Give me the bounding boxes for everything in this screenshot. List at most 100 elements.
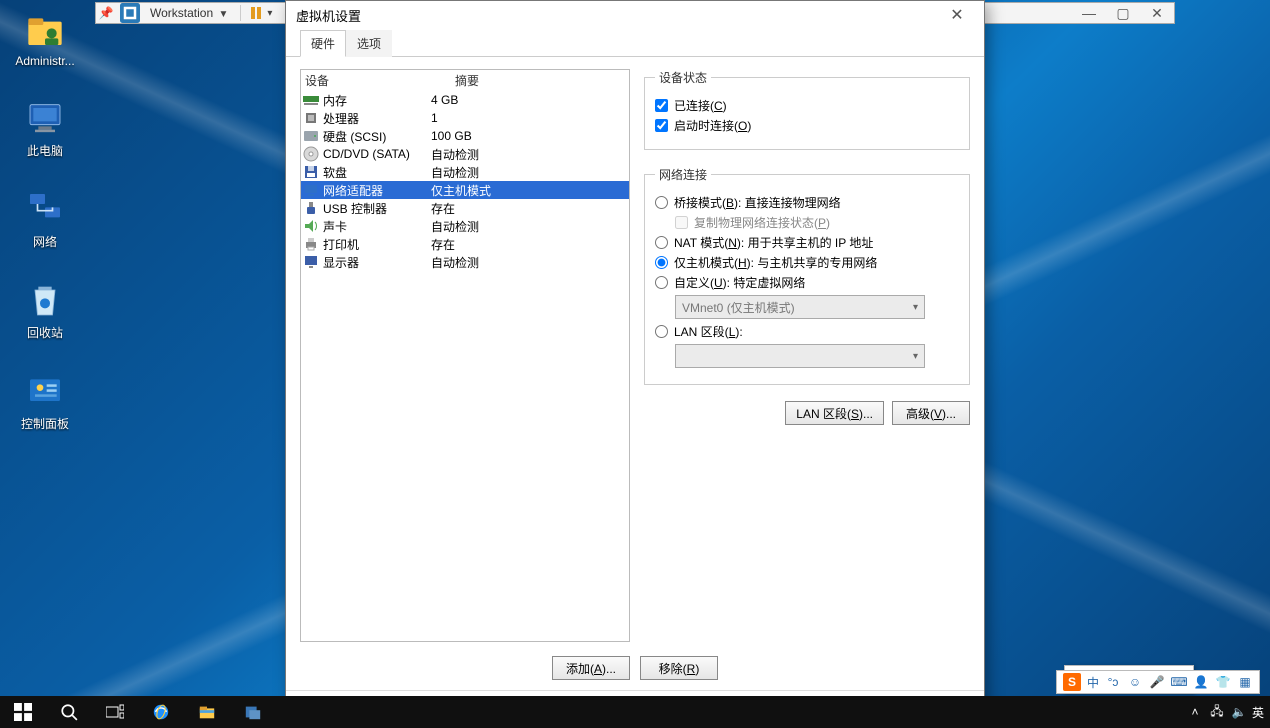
radio-lan-segment[interactable]: LAN 区段(L):: [655, 323, 959, 340]
ime-mic-icon[interactable]: 🎤: [1149, 674, 1165, 690]
taskbar-app-server-manager[interactable]: [230, 696, 276, 728]
ime-user-icon[interactable]: 👤: [1193, 674, 1209, 690]
device-name: 硬盘 (SCSI): [323, 128, 386, 145]
checkbox-poweron-input[interactable]: [655, 119, 668, 132]
device-name: 内存: [323, 92, 347, 109]
icon-label: 回收站: [27, 324, 63, 341]
cd-icon: [303, 146, 319, 162]
device-row-fdd[interactable]: 软盘自动检测: [301, 163, 629, 181]
checkbox-replicate-state: 复制物理网络连接状态(P): [675, 214, 959, 231]
tray-volume-icon[interactable]: 🔈: [1230, 703, 1248, 721]
device-summary: 仅主机模式: [431, 182, 627, 199]
device-summary: 自动检测: [431, 164, 627, 181]
radio-custom[interactable]: 自定义(U): 特定虚拟网络: [655, 274, 959, 291]
ime-punct-icon[interactable]: °ɔ: [1105, 674, 1121, 690]
pin-icon[interactable]: 📌: [96, 6, 116, 20]
device-name: 网络适配器: [323, 182, 383, 199]
desktop-icon-recycle-bin[interactable]: 回收站: [10, 280, 80, 341]
tab-options[interactable]: 选项: [346, 30, 392, 57]
sogou-logo-icon[interactable]: S: [1063, 673, 1081, 691]
prn-icon: [303, 236, 319, 252]
usb-icon: [303, 200, 319, 216]
device-summary: 自动检测: [431, 146, 627, 163]
device-row-net[interactable]: 网络适配器 仅主机模式: [301, 181, 629, 199]
desktop-icon-this-pc[interactable]: 此电脑: [10, 98, 80, 159]
vm-settings-dialog: 虚拟机设置 ✕ 硬件 选项 设备 摘要 内存4 GB处理器1硬盘 (SCSI)1…: [285, 0, 985, 728]
pause-button-icon[interactable]: [247, 5, 265, 21]
system-tray: ˄ 🖧 🔈 英: [1186, 696, 1270, 728]
checkbox-connected-input[interactable]: [655, 99, 668, 112]
dialog-titlebar: 虚拟机设置 ✕: [286, 1, 984, 29]
vmware-title[interactable]: Workstation ▼: [144, 6, 234, 20]
ime-smile-icon[interactable]: ☺: [1127, 674, 1143, 690]
device-row-prn[interactable]: 打印机 存在: [301, 235, 629, 253]
group-label: 设备状态: [655, 69, 711, 86]
device-detail-pane: 设备状态 已连接(C) 启动时连接(O) 网络连接 桥接模式(B): 直接连接物…: [644, 69, 970, 642]
network-connection-group: 网络连接 桥接模式(B): 直接连接物理网络 复制物理网络连接状态(P) NAT…: [644, 166, 970, 385]
device-summary: 4 GB: [431, 93, 627, 107]
ime-keyboard-icon[interactable]: ⌨: [1171, 674, 1187, 690]
checkbox-connect-at-poweron[interactable]: 启动时连接(O): [655, 117, 959, 134]
tray-network-icon[interactable]: 🖧: [1208, 703, 1226, 721]
network-icon: [25, 189, 65, 229]
close-button[interactable]: ✕: [1140, 3, 1174, 23]
radio-bridged[interactable]: 桥接模式(B): 直接连接物理网络: [655, 194, 959, 211]
remove-device-button[interactable]: 移除(R): [640, 656, 718, 680]
desktop-icons: Administr... 此电脑 网络 回收站 控制面板: [10, 10, 80, 432]
desktop-icon-network[interactable]: 网络: [10, 189, 80, 250]
recycle-bin-icon: [25, 280, 65, 320]
dialog-title: 虚拟机设置: [296, 6, 361, 25]
tray-chevron-up-icon[interactable]: ˄: [1186, 703, 1204, 721]
device-row-cpu[interactable]: 处理器 1: [301, 109, 629, 127]
snd-icon: [303, 218, 319, 234]
device-summary: 存在: [431, 200, 627, 217]
device-name: 显示器: [323, 254, 359, 271]
computer-icon: [25, 98, 65, 138]
tab-hardware[interactable]: 硬件: [300, 30, 346, 57]
ime-lang[interactable]: 中: [1087, 674, 1099, 691]
add-device-button[interactable]: 添加(A)...: [552, 656, 630, 680]
taskbar-app-ie[interactable]: [138, 696, 184, 728]
advanced-button[interactable]: 高级(V)...: [892, 401, 970, 425]
radio-hostonly[interactable]: 仅主机模式(H): 与主机共享的专用网络: [655, 254, 959, 271]
radio-nat[interactable]: NAT 模式(N): 用于共享主机的 IP 地址: [655, 234, 959, 251]
device-summary: 1: [431, 111, 627, 125]
device-row-usb[interactable]: USB 控制器存在: [301, 199, 629, 217]
lan-segments-button[interactable]: LAN 区段(S)...: [785, 401, 884, 425]
dialog-close-button[interactable]: ✕: [940, 3, 974, 27]
desktop-icon-control-panel[interactable]: 控制面板: [10, 371, 80, 432]
net-icon: [303, 182, 319, 198]
device-row-cd[interactable]: CD/DVD (SATA)自动检测: [301, 145, 629, 163]
ime-skin-icon[interactable]: 👕: [1215, 674, 1231, 690]
device-name: 打印机: [323, 236, 359, 253]
device-row-mem[interactable]: 内存 4 GB: [301, 91, 629, 109]
tray-ime-indicator[interactable]: 英: [1252, 704, 1264, 721]
icon-label: 控制面板: [21, 415, 69, 432]
device-row-snd[interactable]: 声卡自动检测: [301, 217, 629, 235]
search-button[interactable]: [46, 696, 92, 728]
device-summary: 存在: [431, 236, 627, 253]
maximize-button[interactable]: ▢: [1106, 3, 1140, 23]
ime-toolbar[interactable]: S 中 °ɔ ☺ 🎤 ⌨ 👤 👕 ▦: [1056, 670, 1260, 694]
device-row-hdd[interactable]: 硬盘 (SCSI) 100 GB: [301, 127, 629, 145]
mem-icon: [303, 92, 319, 108]
desktop-icon-administrator[interactable]: Administr...: [10, 10, 80, 68]
device-summary: 100 GB: [431, 129, 627, 143]
minimize-button[interactable]: ―: [1072, 3, 1106, 23]
device-name: 声卡: [323, 218, 347, 235]
user-folder-icon: [25, 10, 65, 50]
device-summary: 自动检测: [431, 254, 627, 271]
cpu-icon: [303, 110, 319, 126]
device-row-disp[interactable]: 显示器 自动检测: [301, 253, 629, 271]
vmware-logo-icon: [120, 3, 140, 23]
checkbox-connected[interactable]: 已连接(C): [655, 97, 959, 114]
taskview-button[interactable]: [92, 696, 138, 728]
taskbar-app-explorer[interactable]: [184, 696, 230, 728]
ime-toolbox-icon[interactable]: ▦: [1237, 674, 1253, 690]
start-button[interactable]: [0, 696, 46, 728]
hdd-icon: [303, 128, 319, 144]
device-list[interactable]: 设备 摘要 内存4 GB处理器1硬盘 (SCSI)100 GBCD/DVD (S…: [300, 69, 630, 642]
device-state-group: 设备状态 已连接(C) 启动时连接(O): [644, 69, 970, 150]
custom-network-select: VMnet0 (仅主机模式)▾: [675, 295, 925, 319]
device-name: 处理器: [323, 110, 359, 127]
